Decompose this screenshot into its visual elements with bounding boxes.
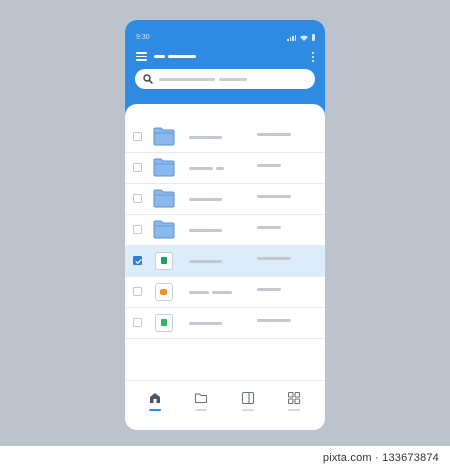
watermark-text: pixta.com · 133673874 [322, 452, 439, 464]
nav-home[interactable] [145, 391, 165, 415]
page-title-placeholder [154, 55, 196, 58]
grid-icon [287, 391, 301, 405]
status-icons [287, 34, 315, 41]
file-name [189, 229, 222, 232]
more-options-icon[interactable] [312, 52, 315, 62]
row-checkbox[interactable] [133, 163, 142, 172]
row-checkbox-checked[interactable] [133, 256, 142, 265]
wifi-icon [300, 35, 308, 41]
list-item[interactable] [125, 122, 325, 153]
row-checkbox[interactable] [133, 318, 142, 327]
search-placeholder [159, 77, 247, 81]
file-name [189, 291, 232, 294]
list-item[interactable] [125, 308, 325, 339]
file-name [189, 322, 222, 325]
row-checkbox[interactable] [133, 287, 142, 296]
hamburger-menu-icon[interactable] [136, 52, 147, 61]
search-icon [143, 74, 153, 84]
nav-indicator [195, 409, 207, 411]
status-time: 9:30 [136, 34, 150, 41]
file-name [189, 136, 222, 139]
home-icon [150, 393, 160, 403]
spreadsheet-file-icon [155, 314, 173, 332]
nav-indicator [288, 409, 300, 411]
file-date [257, 133, 291, 136]
row-checkbox[interactable] [133, 225, 142, 234]
active-indicator [149, 409, 161, 411]
list-item[interactable] [125, 153, 325, 184]
image-file-icon [155, 283, 173, 301]
nav-panel[interactable] [238, 391, 258, 415]
panel-icon [241, 391, 255, 405]
file-name [189, 198, 222, 201]
folder-icon [153, 189, 175, 208]
checkmark-icon [135, 259, 142, 264]
file-name [189, 167, 224, 170]
document-file-icon [155, 252, 173, 270]
folder-icon [194, 393, 208, 404]
nav-indicator [242, 409, 254, 411]
file-date [257, 288, 281, 291]
file-date [257, 319, 291, 322]
list-item[interactable] [125, 184, 325, 215]
search-input[interactable] [135, 69, 315, 89]
watermark-bar: pixta.com · 133673874 [0, 446, 450, 469]
file-date [257, 257, 291, 260]
phone-frame: 9:30 [125, 20, 325, 430]
file-date [257, 195, 291, 198]
status-bar: 9:30 [125, 20, 325, 41]
folder-icon [153, 220, 175, 239]
file-date [257, 226, 281, 229]
file-name [189, 260, 222, 263]
row-checkbox[interactable] [133, 194, 142, 203]
nav-grid[interactable] [284, 391, 304, 415]
folder-icon [153, 158, 175, 177]
nav-files[interactable] [191, 391, 211, 415]
folder-icon [153, 127, 175, 146]
row-checkbox[interactable] [133, 132, 142, 141]
list-item-selected[interactable] [125, 246, 325, 277]
battery-icon [312, 34, 315, 41]
list-item[interactable] [125, 277, 325, 308]
bottom-navigation [125, 380, 325, 430]
list-item[interactable] [125, 215, 325, 246]
signal-icon [287, 34, 296, 41]
file-date [257, 164, 281, 167]
